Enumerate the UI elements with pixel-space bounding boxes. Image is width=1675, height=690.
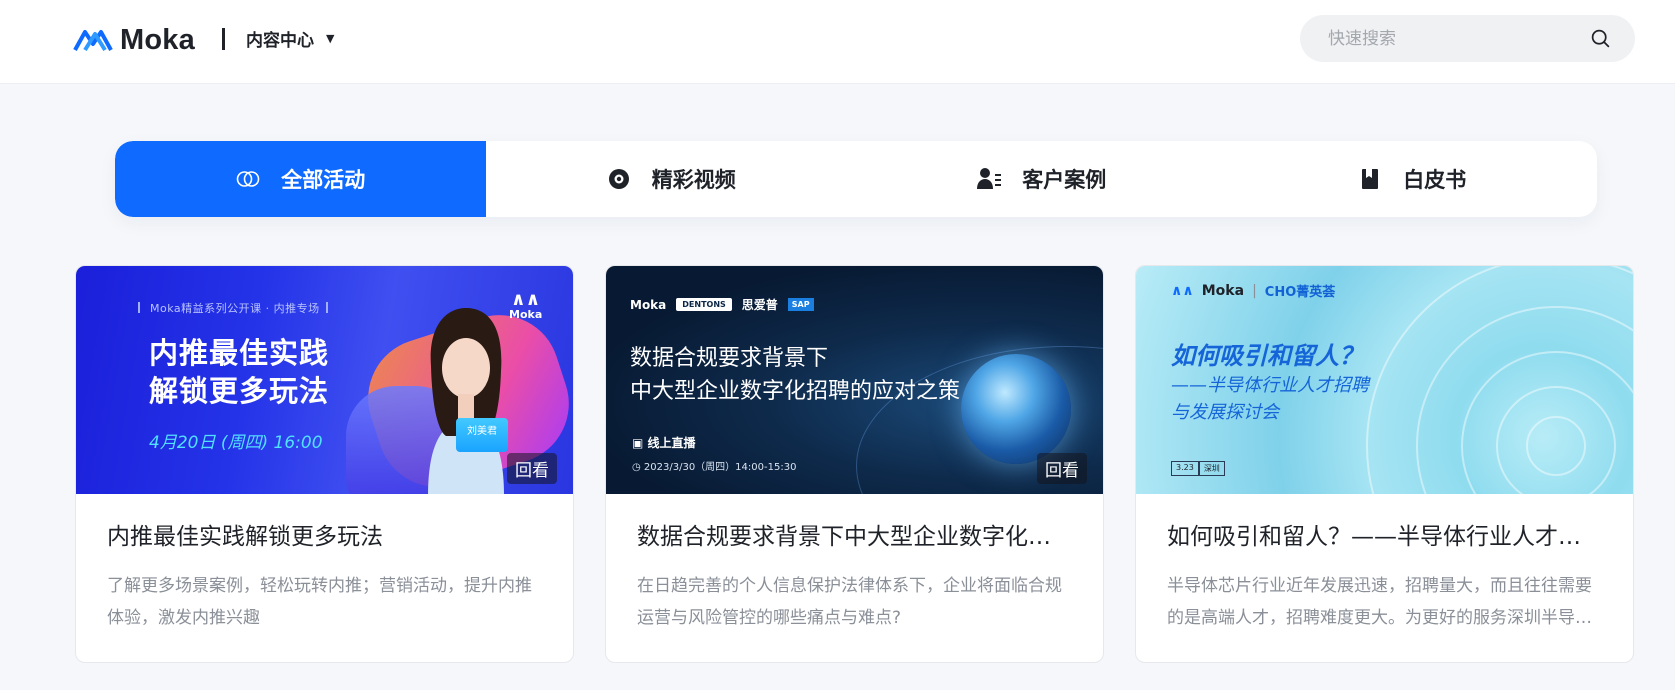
- top-header: Moka 内容中心 ▼: [0, 0, 1675, 84]
- decor-bar: [138, 302, 140, 313]
- content-card[interactable]: Moka精益系列公开课 · 内推专场 内推最佳实践 解锁更多玩法 4月20日 (…: [75, 265, 574, 663]
- replay-badge: 回看: [1037, 453, 1087, 484]
- thumb-subheadline-line: ——半导体行业人才招聘: [1171, 375, 1369, 396]
- brand-logo[interactable]: Moka: [73, 22, 195, 58]
- replay-badge: 回看: [507, 453, 557, 484]
- card-thumbnail: Moka DENTONS 思爱普 SAP 数据合规要求背景下 中大型企业数字化招…: [606, 266, 1103, 494]
- thumb-time: ◷ 2023/3/30（周四）14:00-15:30: [632, 458, 796, 473]
- globe-icon: [961, 354, 1071, 464]
- thumb-headline: 内推最佳实践 解锁更多玩法: [149, 334, 329, 410]
- video-icon: ▣: [632, 436, 648, 450]
- thumb-tag: 深圳: [1198, 461, 1225, 476]
- thumb-logo-text: Moka: [509, 308, 543, 321]
- ripple-ring: [1366, 266, 1633, 494]
- thumb-tag: 3.23: [1171, 461, 1199, 476]
- thumb-headline: 数据合规要求背景下 中大型企业数字化招聘的应对之策: [630, 342, 960, 408]
- card-description: 了解更多场景案例，轻松玩转内推；营销活动，提升内推体验，激发内推兴趣: [107, 576, 532, 628]
- thumb-headline-line: 中大型企业数字化招聘的应对之策: [630, 379, 961, 404]
- card-body: 内推最佳实践解锁更多玩法 了解更多场景案例，轻松玩转内推；营销活动，提升内推体验…: [76, 494, 573, 634]
- card-title[interactable]: 内推最佳实践解锁更多玩法: [107, 522, 542, 552]
- tab-label: 白皮书: [1403, 168, 1467, 192]
- thumb-headline-line: 内推最佳实践: [149, 336, 330, 370]
- circles-icon: [236, 171, 260, 187]
- header-divider: [222, 28, 225, 50]
- content-center-label: 内容中心: [246, 31, 314, 51]
- brand-name: Moka: [120, 23, 195, 56]
- partner-logo: Moka: [630, 297, 667, 312]
- user-list-icon: [977, 168, 1002, 189]
- search-box[interactable]: [1300, 15, 1635, 62]
- tab-whitepapers[interactable]: 白皮书: [1227, 141, 1598, 217]
- tab-all-activities[interactable]: 全部活动: [115, 141, 486, 217]
- thumb-logo: ∧∧ Moka: [509, 289, 543, 322]
- thumb-headline: 如何吸引和留人？: [1171, 342, 1363, 370]
- partner-logo: CHO菁英荟: [1264, 285, 1336, 300]
- search-input[interactable]: [1328, 28, 1588, 49]
- thumb-headline-line: 解锁更多玩法: [149, 374, 330, 408]
- search-icon[interactable]: [1590, 28, 1611, 49]
- partner-logo: DENTONS: [676, 298, 732, 311]
- logo-separator: |: [1252, 282, 1257, 299]
- thumb-partner-logos: ∧∧ Moka | CHO菁英荟: [1171, 281, 1336, 301]
- live-text: 线上直播: [647, 436, 696, 450]
- thumb-date: 4月20日 (周四) 16:00: [149, 433, 323, 453]
- thumb-headline-line: 数据合规要求背景下: [630, 346, 829, 371]
- content-card[interactable]: Moka DENTONS 思爱普 SAP 数据合规要求背景下 中大型企业数字化招…: [605, 265, 1104, 663]
- card-title[interactable]: 如何吸引和留人？——半导体行业人才招聘与发展探讨会: [1167, 522, 1602, 552]
- content-center-menu[interactable]: 内容中心 ▼: [246, 26, 334, 51]
- clock-icon: ◷: [632, 462, 644, 473]
- card-description: 在日趋完善的个人信息保护法律体系下，企业将面临合规运营与风险管控的哪些痛点与难点…: [637, 576, 1062, 628]
- moka-logo-icon: ∧∧: [1171, 282, 1194, 299]
- thumb-partner-logos: Moka DENTONS 思爱普 SAP: [630, 296, 814, 313]
- card-title[interactable]: 数据合规要求背景下中大型企业数字化招聘的应对之策: [637, 522, 1072, 552]
- content-card[interactable]: ∧∧ Moka | CHO菁英荟 如何吸引和留人？ ——半导体行业人才招聘 与发…: [1135, 265, 1634, 663]
- tab-label: 精彩视频: [651, 168, 736, 192]
- book-icon: [1362, 169, 1379, 189]
- card-description: 半导体芯片行业近年发展迅速，招聘量大，而且往往需要的是高端人才，招聘难度更大。为…: [1167, 576, 1592, 628]
- caret-down-icon: ▼: [326, 32, 335, 45]
- partner-logo: Moka: [1201, 282, 1245, 299]
- tab-customer-cases[interactable]: 客户案例: [856, 141, 1227, 217]
- tab-label: 全部活动: [281, 168, 366, 192]
- speaker-name-tag: 刘美君: [456, 418, 508, 452]
- tab-label: 客户案例: [1022, 168, 1107, 192]
- card-body: 数据合规要求背景下中大型企业数字化招聘的应对之策 在日趋完善的个人信息保护法律体…: [606, 494, 1103, 634]
- decor-bar: [326, 302, 328, 313]
- speaker-name: 刘美君: [467, 426, 497, 437]
- thumb-live-label: ▣ 线上直播: [632, 434, 696, 451]
- partner-logo: SAP: [787, 298, 814, 311]
- card-thumbnail: ∧∧ Moka | CHO菁英荟 如何吸引和留人？ ——半导体行业人才招聘 与发…: [1136, 266, 1633, 494]
- moka-logo-icon: [73, 30, 113, 52]
- thumb-series-text: Moka精益系列公开课 · 内推专场: [150, 302, 320, 315]
- time-text: 2023/3/30（周四）14:00-15:30: [643, 462, 797, 473]
- card-body: 如何吸引和留人？——半导体行业人才招聘与发展探讨会 半导体芯片行业近年发展迅速，…: [1136, 494, 1633, 634]
- thumb-subheadline-line: 与发展探讨会: [1171, 402, 1279, 423]
- partner-logo: 思爱普: [741, 298, 778, 312]
- tab-videos[interactable]: 精彩视频: [486, 141, 857, 217]
- thumb-tags: 3.23 深圳: [1171, 461, 1225, 476]
- eye-icon: [608, 169, 629, 189]
- category-tabs: 全部活动 精彩视频 客户案例 白皮书: [115, 141, 1597, 217]
- thumb-subheadline: ——半导体行业人才招聘 与发展探讨会: [1171, 372, 1369, 426]
- card-thumbnail: Moka精益系列公开课 · 内推专场 内推最佳实践 解锁更多玩法 4月20日 (…: [76, 266, 573, 494]
